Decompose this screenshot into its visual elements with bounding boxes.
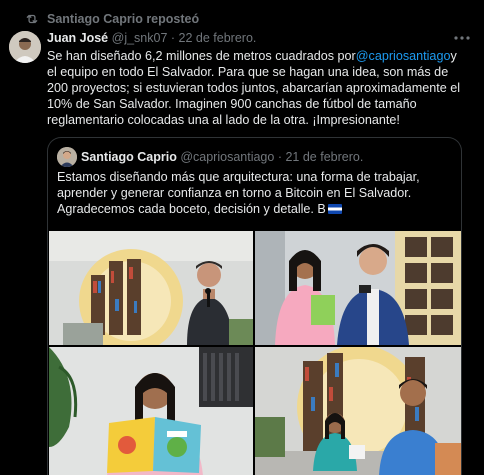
repost-icon <box>26 14 38 24</box>
author-avatar[interactable] <box>9 31 41 63</box>
quote-text-body: Estamos diseñando más que arquitectura: … <box>57 170 420 216</box>
quote-author-name[interactable]: Santiago Caprio <box>81 150 177 164</box>
tweet-text-part1: Se han diseñado 6,2 millones de metros c… <box>47 49 356 63</box>
author-name[interactable]: Juan José <box>47 31 108 45</box>
quoted-tweet[interactable]: Santiago Caprio @capriosantiago · 21 de … <box>47 137 462 475</box>
el-salvador-flag-icon <box>327 204 342 214</box>
mention-link[interactable]: @capriosantiago <box>356 49 451 63</box>
photo-1[interactable] <box>49 231 253 345</box>
tweet-text: Se han diseñado 6,2 millones de metros c… <box>47 48 467 128</box>
quote-text: Estamos diseñando más que arquitectura: … <box>57 169 457 217</box>
photo-3[interactable] <box>49 347 253 475</box>
author-handle[interactable]: @j_snk07 <box>112 31 168 45</box>
photo-4[interactable] <box>255 347 461 475</box>
quote-author-handle[interactable]: @capriosantiago <box>180 150 274 164</box>
quote-date[interactable]: 21 de febrero. <box>285 150 363 164</box>
tweet-header: Juan José @j_snk07 · 22 de febrero. <box>47 31 256 45</box>
more-options-button[interactable] <box>452 30 472 46</box>
quote-separator: · <box>277 150 282 164</box>
quote-author-avatar[interactable] <box>57 147 77 167</box>
quote-header: Santiago Caprio @capriosantiago · 21 de … <box>81 150 363 164</box>
tweet-date[interactable]: 22 de febrero. <box>179 31 257 45</box>
photo-2[interactable] <box>255 231 461 345</box>
more-icon <box>454 36 470 40</box>
repost-indicator[interactable]: Santiago Caprio reposteó <box>25 11 199 27</box>
separator: · <box>170 31 176 45</box>
repost-label: Santiago Caprio reposteó <box>47 12 200 26</box>
